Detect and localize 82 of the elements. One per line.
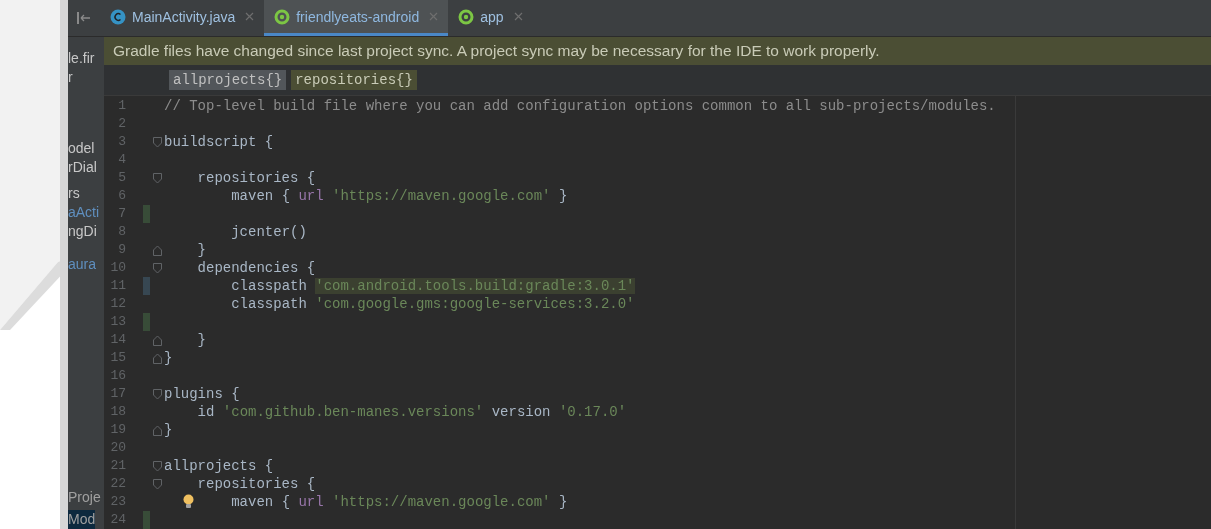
code-keyword: url — [298, 494, 324, 510]
line-number: 22 — [109, 475, 126, 493]
line-number: 24 — [109, 511, 126, 529]
code-text: version — [490, 404, 552, 420]
tool-window-item[interactable]: Proje — [68, 488, 101, 507]
line-number: 10 — [109, 259, 126, 277]
lightbulb-icon[interactable] — [183, 494, 194, 509]
code-string: 'com.google.gms:google-services:3.2.0' — [315, 296, 635, 312]
code-comment: // Top-level build file where you can add configuration options common to all sub-projects/modules. — [164, 98, 996, 114]
fold-icon[interactable] — [152, 388, 162, 400]
code-text: } — [557, 494, 568, 510]
fold-icon[interactable] — [152, 460, 162, 472]
code-text: id — [197, 404, 216, 420]
highlighted-code-string: 'com.android.tools.build:gradle:3.0.1' — [315, 278, 635, 294]
code-string: '0.17.0' — [558, 404, 627, 420]
fold-end-icon[interactable] — [152, 352, 162, 364]
breadcrumb[interactable]: repositories{} — [291, 70, 417, 90]
line-number: 1 — [117, 97, 126, 115]
close-icon[interactable] — [245, 12, 255, 21]
code-keyword: url — [298, 188, 324, 204]
line-number: 16 — [109, 367, 126, 385]
editor-tab[interactable]: app — [448, 0, 533, 36]
line-number: 12 — [109, 295, 126, 313]
line-number: 14 — [109, 331, 126, 349]
line-number: 19 — [109, 421, 126, 439]
fold-end-icon[interactable] — [152, 334, 162, 346]
code-text: classpath — [231, 278, 308, 294]
code-text: allprojects { — [164, 458, 274, 474]
code-text: repositories { — [197, 476, 316, 492]
close-icon[interactable] — [513, 12, 523, 21]
fold-end-icon[interactable] — [152, 244, 162, 256]
project-tree-item[interactable]: ngDi — [68, 222, 97, 241]
collapse-panel-icon[interactable] — [77, 12, 91, 24]
code-text: jcenter() — [231, 224, 307, 240]
code-text: repositories { — [197, 170, 316, 186]
line-number: 23 — [109, 493, 126, 511]
code-string: 'https://maven.google.com' — [331, 494, 551, 510]
line-number: 9 — [117, 241, 126, 259]
line-number: 15 — [109, 349, 126, 367]
tool-window-item[interactable]: Mod — [68, 510, 96, 529]
code-text: plugins { — [164, 386, 240, 402]
code-text: } — [197, 332, 206, 348]
ring-icon — [458, 8, 475, 25]
sync-notification-banner: Gradle files have changed since last project sync. A project sync may be necessary for the IDE to work properly. — [104, 37, 1211, 65]
code-text: } — [164, 350, 173, 366]
code-text: } — [197, 242, 206, 258]
breadcrumb[interactable]: allprojects{} — [169, 70, 287, 90]
code-text: classpath — [231, 296, 308, 312]
class-file-icon — [110, 8, 126, 25]
code-text: } — [557, 188, 568, 204]
tab-label: MainActivity.java — [132, 8, 236, 25]
tab-label: friendlyeats-android — [296, 8, 420, 25]
line-number: 13 — [109, 313, 126, 331]
fold-end-icon[interactable] — [152, 424, 162, 436]
fold-icon[interactable] — [152, 172, 162, 184]
line-number: 7 — [117, 205, 126, 223]
code-text: dependencies { — [197, 260, 316, 276]
editor-tab[interactable]: friendlyeats-android — [264, 0, 449, 36]
line-number: 6 — [117, 187, 126, 205]
code-text: maven { — [231, 494, 292, 510]
editor-tab[interactable]: MainActivity.java — [100, 0, 265, 36]
fold-icon[interactable] — [152, 478, 162, 490]
line-number: 4 — [117, 151, 126, 169]
line-number: 17 — [109, 385, 126, 403]
line-number: 5 — [117, 169, 126, 187]
tab-label: app — [480, 8, 504, 25]
code-string: 'com.github.ben-manes.versions' — [222, 404, 484, 420]
line-number: 11 — [109, 277, 126, 295]
close-icon[interactable] — [429, 12, 439, 21]
line-number: 18 — [109, 403, 126, 421]
code-text: maven { — [231, 188, 292, 204]
line-number: 8 — [117, 223, 126, 241]
fold-icon[interactable] — [152, 262, 162, 274]
ring-icon — [274, 8, 291, 25]
code-string: 'https://maven.google.com' — [331, 188, 551, 204]
line-number: 2 — [117, 115, 126, 133]
code-text: } — [164, 422, 173, 438]
line-number: 21 — [109, 457, 126, 475]
line-number: 3 — [117, 133, 126, 151]
fold-icon[interactable] — [152, 136, 162, 148]
line-number: 20 — [109, 439, 126, 457]
code-text: buildscript { — [164, 134, 274, 150]
